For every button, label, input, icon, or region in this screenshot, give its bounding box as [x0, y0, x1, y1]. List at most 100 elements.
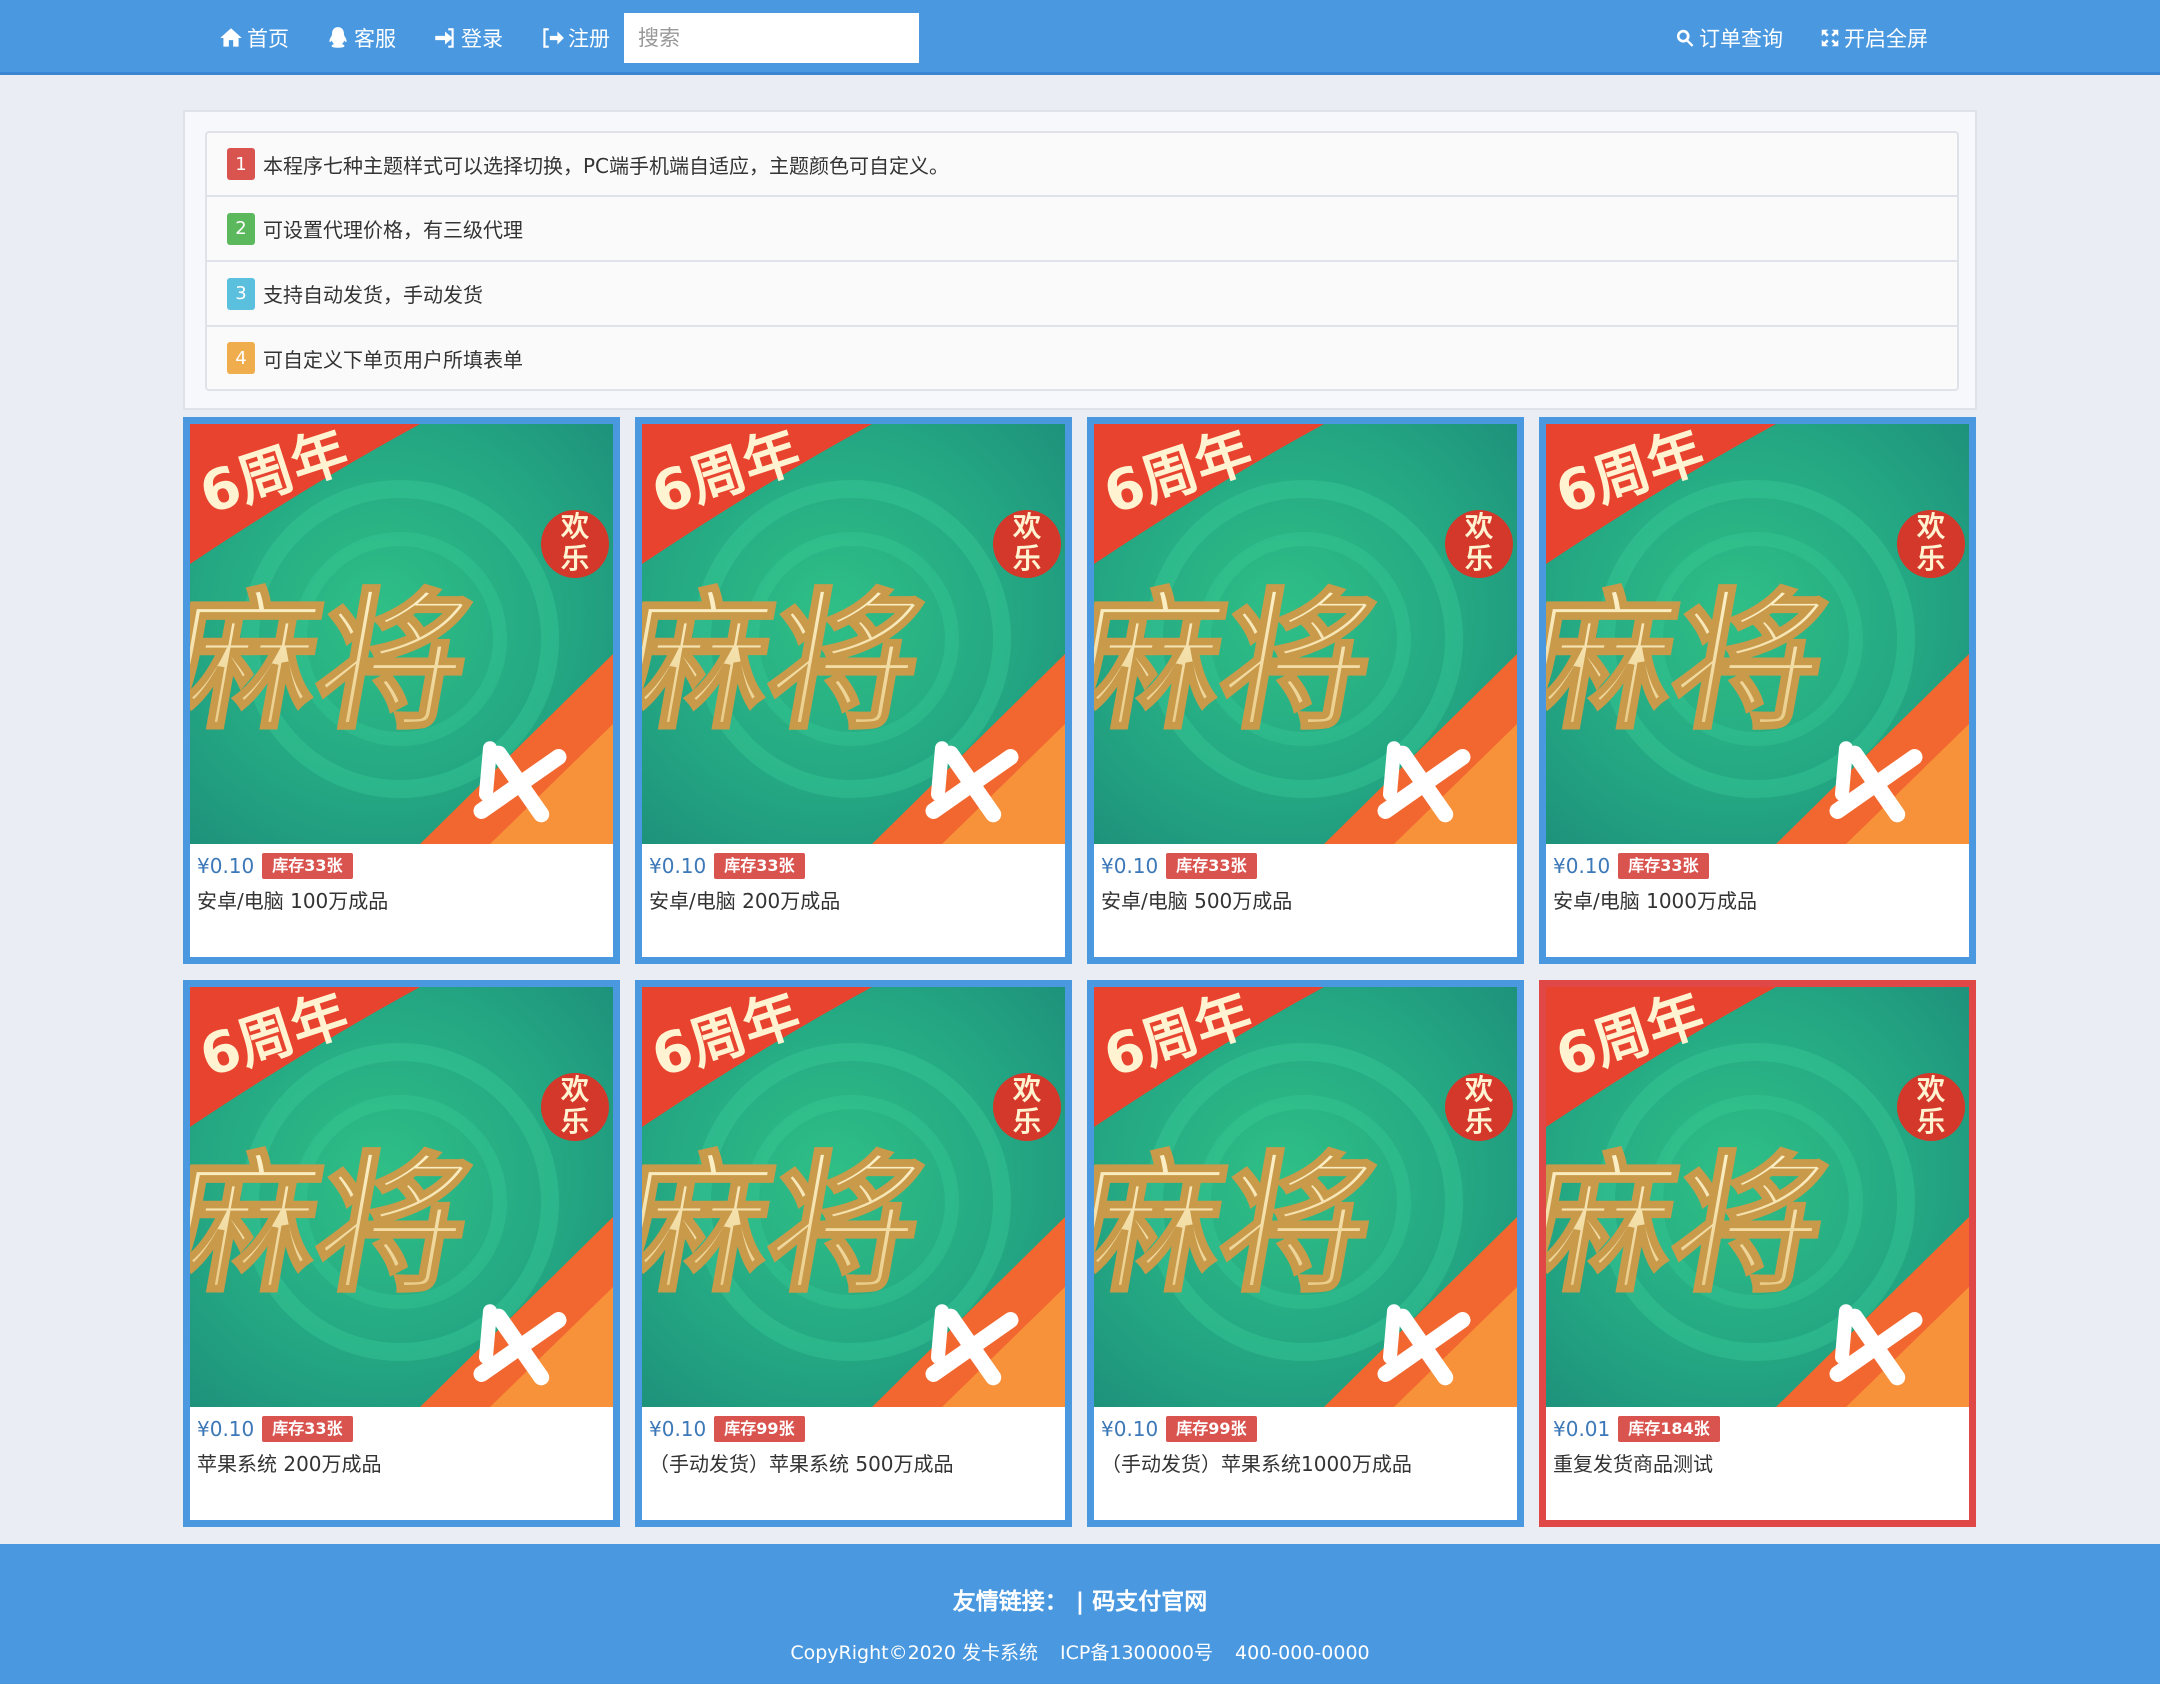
- product-price: ¥0.10: [197, 1417, 255, 1441]
- card-info: ¥0.10 库存33张 安卓/电脑 1000万成品: [1546, 844, 1969, 914]
- search-input[interactable]: [624, 12, 919, 63]
- nav-register[interactable]: 注册: [539, 0, 610, 75]
- product-name: 安卓/电脑 100万成品: [197, 889, 389, 913]
- badge-text: 欢乐: [560, 510, 590, 575]
- title-text: 麻将: [1546, 1136, 1840, 1313]
- notice-item: 3 支持自动发货，手动发货: [205, 261, 1959, 326]
- nav-login-label: 登录: [461, 26, 503, 51]
- price-line: ¥0.10 库存33张: [1101, 852, 1510, 880]
- product-price: ¥0.10: [1101, 1417, 1159, 1441]
- mahjong-product-image: 6周年 欢乐 麻将: [190, 424, 613, 844]
- product-card[interactable]: 6周年 欢乐 麻将 ¥0.10 库存33张 安卓/电脑 200万成品: [635, 417, 1072, 964]
- nav-fullscreen[interactable]: 开启全屏: [1819, 0, 1928, 75]
- notice-item: 2 可设置代理价格，有三级代理: [205, 196, 1959, 261]
- stock-badge: 库存33张: [714, 853, 805, 879]
- card-info: ¥0.10 库存99张 （手动发货）苹果系统1000万成品: [1094, 1407, 1517, 1477]
- product-name: 安卓/电脑 500万成品: [1101, 889, 1293, 913]
- nav-right: 订单查询 开启全屏: [1638, 0, 1928, 75]
- mahjong-product-image: 6周年 欢乐 麻将: [642, 424, 1065, 844]
- mahjong-product-image: 6周年 欢乐 麻将: [1094, 987, 1517, 1407]
- title-text: 麻将: [190, 573, 484, 750]
- notice-panel: 1 本程序七种主题样式可以选择切换，PC端手机端自适应，主题颜色可自定义。 2 …: [183, 110, 1977, 410]
- card-info: ¥0.10 库存33张 安卓/电脑 100万成品: [190, 844, 613, 914]
- sign-in-icon: [435, 27, 454, 48]
- title-text: 麻将: [1094, 573, 1388, 750]
- expand-icon: [1821, 29, 1839, 46]
- mahjong-product-image: 6周年 欢乐 麻将: [642, 987, 1065, 1407]
- stock-badge: 库存184张: [1618, 1416, 1720, 1442]
- title-text: 麻将: [1546, 573, 1840, 750]
- price-line: ¥0.10 库存33张: [649, 852, 1058, 880]
- icp-text: ICP备1300000号: [1060, 1642, 1213, 1664]
- product-card[interactable]: 6周年 欢乐 麻将 ¥0.01 库存184张 重复发货商品测试: [1539, 980, 1976, 1527]
- product-price: ¥0.01: [1553, 1417, 1611, 1441]
- copyright-text: CopyRight©2020 发卡系统: [790, 1642, 1038, 1664]
- product-name: （手动发货）苹果系统1000万成品: [1101, 1452, 1412, 1476]
- notice-text: 可自定义下单页用户所填表单: [263, 347, 523, 372]
- price-line: ¥0.10 库存33张: [1553, 852, 1962, 880]
- stock-badge: 库存99张: [1166, 1416, 1257, 1442]
- card-info: ¥0.10 库存99张 （手动发货）苹果系统 500万成品: [642, 1407, 1065, 1477]
- home-icon: [220, 27, 242, 47]
- title-text: 麻将: [190, 1136, 484, 1313]
- friend-link-codepay[interactable]: 码支付官网: [1092, 1589, 1207, 1615]
- nav-support-label: 客服: [354, 26, 396, 51]
- product-card[interactable]: 6周年 欢乐 麻将 ¥0.10 库存33张 安卓/电脑 1000万成品: [1539, 417, 1976, 964]
- price-line: ¥0.10 库存33张: [197, 1415, 606, 1443]
- product-name: 苹果系统 200万成品: [197, 1452, 382, 1476]
- notice-number-badge: 3: [227, 277, 255, 310]
- friend-links-label: 友情链接：: [952, 1589, 1068, 1615]
- mahjong-product-image: 6周年 欢乐 麻将: [1094, 424, 1517, 844]
- product-grid: 6周年 欢乐 麻将 ¥0.10 库存33张 安卓/电脑 100万成品 6周年 欢…: [183, 417, 1977, 1527]
- nav-fullscreen-label: 开启全屏: [1844, 26, 1928, 51]
- notice-number-badge: 1: [227, 148, 255, 180]
- title-text: 麻将: [1094, 1136, 1388, 1313]
- phone-text: 400-000-0000: [1235, 1642, 1370, 1664]
- badge-text: 欢乐: [560, 1073, 590, 1138]
- stock-badge: 库存99张: [714, 1416, 805, 1442]
- stock-badge: 库存33张: [262, 1416, 353, 1442]
- qq-icon: [329, 26, 347, 48]
- badge-text: 欢乐: [1916, 1073, 1946, 1138]
- copyright-line: CopyRight©2020 发卡系统 ICP备1300000号 400-000…: [0, 1638, 2160, 1665]
- product-card[interactable]: 6周年 欢乐 麻将 ¥0.10 库存33张 安卓/电脑 100万成品: [183, 417, 620, 964]
- product-name: 安卓/电脑 1000万成品: [1553, 889, 1757, 913]
- badge-text: 欢乐: [1464, 1073, 1494, 1138]
- stock-badge: 库存33张: [262, 853, 353, 879]
- card-info: ¥0.10 库存33张 安卓/电脑 200万成品: [642, 844, 1065, 914]
- nav-home[interactable]: 首页: [218, 0, 289, 75]
- badge-text: 欢乐: [1012, 510, 1042, 575]
- nav-left: 首页 客服 登录 注册: [218, 0, 919, 75]
- link-separator: |: [1075, 1589, 1093, 1615]
- nav-order-query-label: 订单查询: [1699, 26, 1783, 51]
- nav-order-query[interactable]: 订单查询: [1674, 0, 1783, 75]
- nav-login[interactable]: 登录: [432, 0, 503, 75]
- notice-item: 4 可自定义下单页用户所填表单: [205, 326, 1959, 391]
- product-card[interactable]: 6周年 欢乐 麻将 ¥0.10 库存33张 安卓/电脑 500万成品: [1087, 417, 1524, 964]
- sign-out-icon: [543, 27, 564, 48]
- notice-item: 1 本程序七种主题样式可以选择切换，PC端手机端自适应，主题颜色可自定义。: [205, 131, 1959, 196]
- notice-list: 1 本程序七种主题样式可以选择切换，PC端手机端自适应，主题颜色可自定义。 2 …: [205, 131, 1959, 391]
- product-name: （手动发货）苹果系统 500万成品: [649, 1452, 954, 1476]
- card-info: ¥0.10 库存33张 安卓/电脑 500万成品: [1094, 844, 1517, 914]
- mahjong-product-image: 6周年 欢乐 麻将: [1546, 987, 1969, 1407]
- product-price: ¥0.10: [197, 854, 255, 878]
- stock-badge: 库存33张: [1166, 853, 1257, 879]
- price-line: ¥0.10 库存33张: [197, 852, 606, 880]
- card-info: ¥0.01 库存184张 重复发货商品测试: [1546, 1407, 1969, 1477]
- top-navbar: 首页 客服 登录 注册 订单查询 开启全屏: [0, 0, 2160, 75]
- badge-text: 欢乐: [1464, 510, 1494, 575]
- badge-text: 欢乐: [1916, 510, 1946, 575]
- mahjong-product-image: 6周年 欢乐 麻将: [1546, 424, 1969, 844]
- product-price: ¥0.10: [1553, 854, 1611, 878]
- friend-links: 友情链接： | 码支付官网: [0, 1582, 2160, 1616]
- nav-home-label: 首页: [247, 26, 289, 51]
- notice-text: 可设置代理价格，有三级代理: [263, 218, 523, 242]
- product-card[interactable]: 6周年 欢乐 麻将 ¥0.10 库存99张 （手动发货）苹果系统1000万成品: [1087, 980, 1524, 1527]
- mahjong-product-image: 6周年 欢乐 麻将: [190, 987, 613, 1407]
- product-card[interactable]: 6周年 欢乐 麻将 ¥0.10 库存33张 苹果系统 200万成品: [183, 980, 620, 1527]
- nav-register-label: 注册: [568, 26, 610, 51]
- nav-support[interactable]: 客服: [325, 0, 396, 75]
- notice-number-badge: 4: [227, 342, 255, 374]
- product-card[interactable]: 6周年 欢乐 麻将 ¥0.10 库存99张 （手动发货）苹果系统 500万成品: [635, 980, 1072, 1527]
